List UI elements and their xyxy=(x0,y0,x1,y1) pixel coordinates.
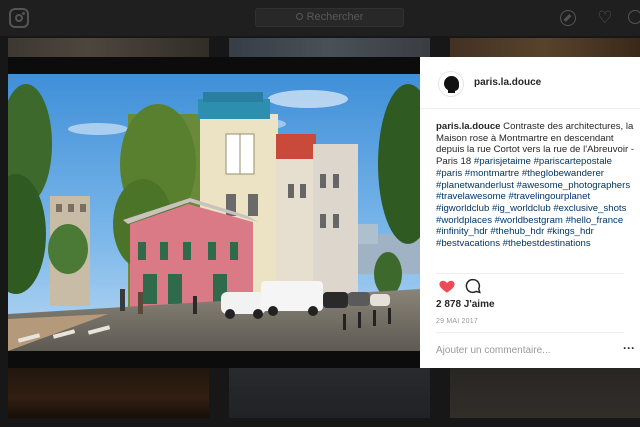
post-header: paris.la.douce xyxy=(420,57,640,109)
more-options-button[interactable]: ··· xyxy=(623,341,635,355)
like-button[interactable] xyxy=(438,277,456,295)
post-date: 29 MAI 2017 xyxy=(436,318,478,325)
comment-button[interactable] xyxy=(464,277,482,295)
divider xyxy=(436,273,624,274)
post-photo-frame xyxy=(8,57,420,368)
likes-count[interactable]: 2 878 J'aime xyxy=(436,299,495,310)
post-details-panel: paris.la.douce paris.la.douce Contraste … xyxy=(420,57,640,368)
post-photo[interactable] xyxy=(8,74,420,351)
comment-input[interactable] xyxy=(436,345,606,356)
caption-hashtags[interactable]: #parisjetaime #pariscartepostale #paris … xyxy=(436,156,630,249)
comment-bubble-icon xyxy=(465,278,481,294)
heart-icon xyxy=(439,280,455,293)
caption-username[interactable]: paris.la.douce xyxy=(436,121,501,132)
username-link[interactable]: paris.la.douce xyxy=(474,77,541,88)
divider xyxy=(436,332,624,333)
post-caption: paris.la.douce Contraste des architectur… xyxy=(436,121,636,250)
avatar[interactable] xyxy=(438,71,464,97)
